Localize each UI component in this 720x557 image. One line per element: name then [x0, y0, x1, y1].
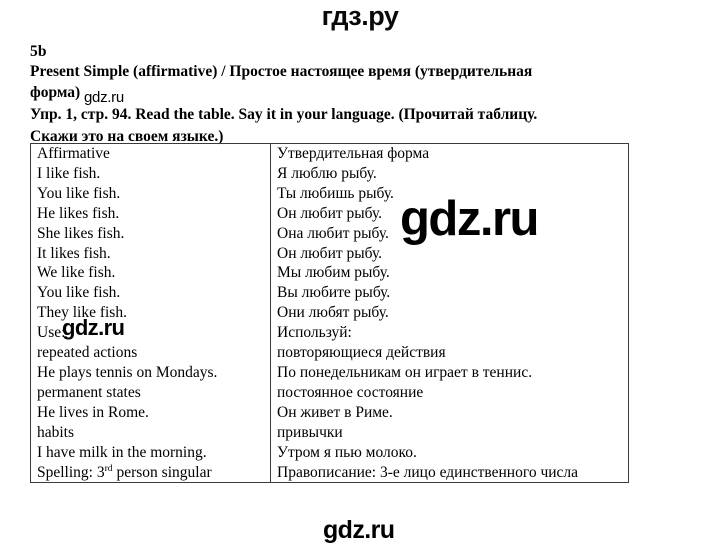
table-cell-english: Affirmative — [30, 142, 271, 164]
grammar-table-body: Affirmative Утвердительная форма I like fi… — [30, 142, 629, 484]
table-cell-english: I like fish. — [30, 163, 271, 184]
table-row: She likes fish. Она любит рыбу. — [30, 223, 629, 244]
table-row: habits привычки — [30, 422, 629, 443]
table-cell-russian: Утвердительная форма — [270, 142, 629, 164]
lesson-title-line-1: Present Simple (affirmative) / Простое н… — [30, 63, 533, 80]
table-row: It likes fish. Он любит рыбу. — [30, 243, 629, 264]
table-cell-english: She likes fish. — [30, 223, 271, 244]
table-row: Spelling: 3rd person singular Правописани… — [30, 462, 629, 484]
table-row: We like fish. Мы любим рыбу. — [30, 263, 629, 284]
table-cell-english: It likes fish. — [30, 243, 271, 264]
table-cell-english: I have milk in the morning. — [30, 442, 271, 463]
table-row: He lives in Rome. Он живет в Риме. — [30, 402, 629, 423]
table-row: Use: Используй: — [30, 323, 629, 344]
table-cell-english: He plays tennis on Mondays. — [30, 362, 271, 383]
table-cell-russian: повторяющиеся действия — [270, 343, 629, 363]
table-cell-english: Spelling: 3rd person singular — [30, 462, 271, 484]
grammar-table: Affirmative Утвердительная форма I like fi… — [30, 142, 629, 484]
table-cell-russian: Он любит рыбу. — [270, 243, 629, 264]
table-cell-english: He lives in Rome. — [30, 402, 271, 423]
table-cell-english: permanent states — [30, 382, 271, 403]
table-cell-russian: Используй: — [270, 323, 629, 344]
table-cell-russian: Я люблю рыбу. — [270, 163, 629, 184]
table-row: Affirmative Утвердительная форма — [30, 142, 629, 164]
task-instruction-line-1: Упр. 1, стр. 94. Read the table. Say it … — [30, 106, 538, 123]
watermark-bottom: gdz.ru — [323, 516, 395, 544]
table-row: He plays tennis on Mondays. По понедельни… — [30, 362, 629, 383]
table-row: You like fish. Вы любите рыбу. — [30, 283, 629, 304]
table-cell-english: Use: — [30, 323, 271, 344]
table-cell-russian: Он любит рыбу. — [270, 203, 629, 224]
unit-label: 5b — [30, 43, 47, 60]
table-cell-russian: Мы любим рыбу. — [270, 263, 629, 284]
table-row: You like fish. Ты любишь рыбу. — [30, 183, 629, 204]
table-row: I have milk in the morning. Утром я пью м… — [30, 442, 629, 463]
table-cell-russian: Ты любишь рыбу. — [270, 183, 629, 204]
heading-block: 5b Present Simple (affirmative) / Просто… — [30, 42, 618, 147]
table-cell-russian: Он живет в Риме. — [270, 402, 629, 423]
table-cell-russian: Правописание: 3-е лицо единственного чис… — [270, 462, 629, 484]
table-cell-russian: По понедельникам он играет в теннис. — [270, 362, 629, 383]
table-row: I like fish. Я люблю рыбу. — [30, 163, 629, 184]
table-cell-english: habits — [30, 422, 271, 443]
table-cell-english: You like fish. — [30, 183, 271, 204]
table-cell-english: You like fish. — [30, 283, 271, 304]
watermark-top: гдз.ру — [321, 1, 399, 31]
table-cell-russian: постоянное состояние — [270, 382, 629, 403]
table-row: permanent states постоянное состояние — [30, 382, 629, 403]
table-cell-russian: привычки — [270, 422, 629, 443]
grammar-table-wrapper: Affirmative Утвердительная форма I like fi… — [30, 142, 629, 484]
table-cell-english: They like fish. — [30, 303, 271, 324]
table-cell-english: We like fish. — [30, 263, 271, 284]
table-row: They like fish. Они любят рыбу. — [30, 303, 629, 324]
table-row: repeated actions повторяющиеся действия — [30, 343, 629, 363]
table-cell-english: He likes fish. — [30, 203, 271, 224]
table-cell-russian: Она любит рыбу. — [270, 223, 629, 244]
table-cell-russian: Они любят рыбу. — [270, 303, 629, 324]
table-row: He likes fish. Он любит рыбу. — [30, 203, 629, 224]
table-cell-russian: Утром я пью молоко. — [270, 442, 629, 463]
table-cell-english: repeated actions — [30, 343, 271, 363]
table-cell-russian: Вы любите рыбу. — [270, 283, 629, 304]
lesson-title-line-2: форма) — [30, 84, 81, 101]
